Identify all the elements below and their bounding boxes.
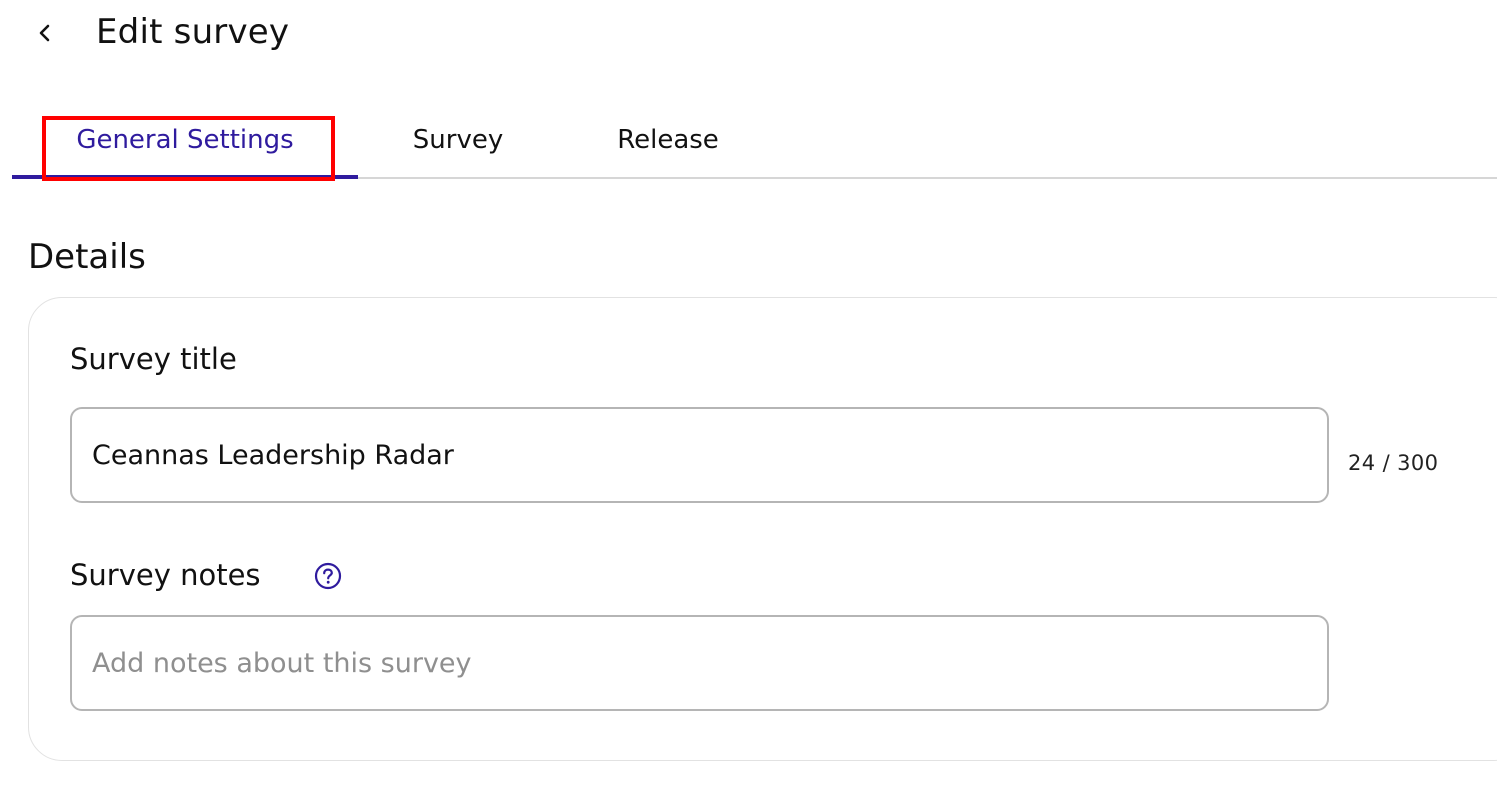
- edit-survey-page: Edit survey General Settings Survey Rele…: [0, 0, 1497, 788]
- tab-survey[interactable]: Survey: [394, 100, 522, 179]
- page-header: Edit survey: [0, 0, 1497, 70]
- survey-title-char-count: 24 / 300: [1348, 451, 1439, 475]
- survey-notes-input[interactable]: [70, 615, 1329, 711]
- back-button[interactable]: [28, 16, 62, 50]
- tab-release[interactable]: Release: [592, 100, 744, 179]
- chevron-left-icon: [39, 24, 50, 42]
- tab-general-settings[interactable]: General Settings: [12, 100, 358, 179]
- active-tab-indicator: [12, 175, 358, 179]
- survey-title-input[interactable]: [70, 407, 1329, 503]
- page-title: Edit survey: [96, 12, 290, 52]
- survey-title-label: Survey title: [70, 342, 237, 376]
- tab-bar: General Settings Survey Release: [0, 100, 1497, 180]
- question-circle-icon[interactable]: [313, 561, 343, 591]
- details-heading: Details: [28, 237, 146, 277]
- survey-notes-label: Survey notes: [70, 558, 261, 592]
